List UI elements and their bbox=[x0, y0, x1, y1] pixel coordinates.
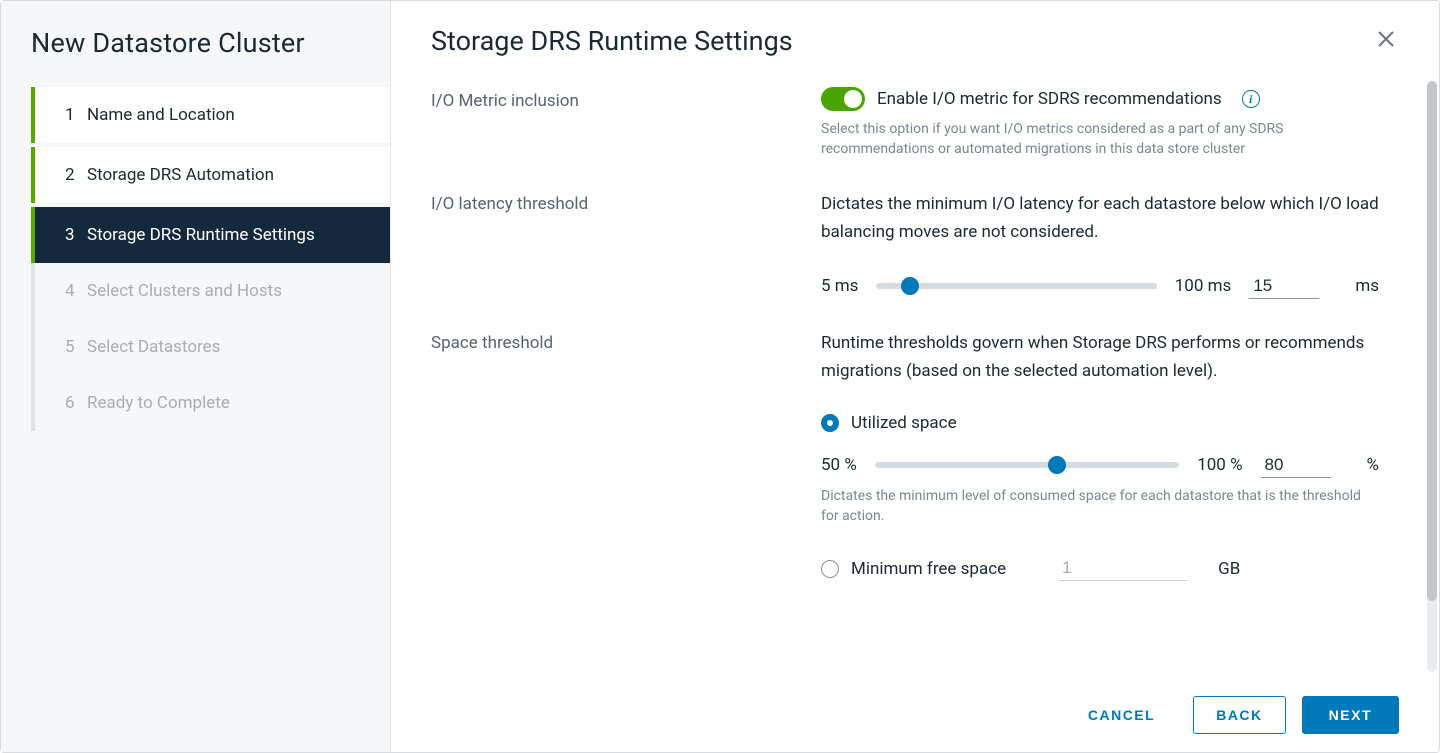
utilized-help: Dictates the minimum level of consumed s… bbox=[821, 486, 1379, 527]
utilized-min-label: 50 % bbox=[821, 455, 857, 475]
step-label: Name and Location bbox=[87, 105, 235, 125]
utilized-slider-row: 50 % 100 % % bbox=[821, 453, 1379, 478]
io-metric-toggle-row: Enable I/O metric for SDRS recommendatio… bbox=[821, 87, 1379, 111]
step-number: 1 bbox=[65, 105, 87, 125]
utilized-space-radio-row: Utilized space bbox=[821, 413, 1379, 433]
wizard-steps: 1 Name and Location 2 Storage DRS Automa… bbox=[31, 87, 390, 431]
step-number: 6 bbox=[65, 393, 87, 413]
utilized-max-label: 100 % bbox=[1197, 455, 1242, 475]
min-free-space-unit: GB bbox=[1218, 559, 1240, 579]
utilized-slider-thumb[interactable] bbox=[1048, 456, 1066, 474]
latency-value: Dictates the minimum I/O latency for eac… bbox=[821, 190, 1379, 299]
wizard-footer: CANCEL BACK NEXT bbox=[391, 678, 1439, 752]
scrollbar[interactable] bbox=[1427, 81, 1437, 672]
step-select-datastores: 5 Select Datastores bbox=[31, 319, 390, 375]
step-select-clusters-and-hosts: 4 Select Clusters and Hosts bbox=[31, 263, 390, 319]
step-label: Ready to Complete bbox=[87, 393, 230, 413]
latency-min-label: 5 ms bbox=[821, 276, 858, 296]
step-label: Select Clusters and Hosts bbox=[87, 281, 282, 301]
content-area: I/O Metric inclusion Enable I/O metric f… bbox=[391, 67, 1439, 678]
main-header: Storage DRS Runtime Settings bbox=[391, 1, 1439, 67]
latency-max-label: 100 ms bbox=[1175, 276, 1232, 296]
min-free-space-row: Minimum free space GB bbox=[821, 556, 1379, 581]
io-metric-toggle[interactable] bbox=[821, 87, 865, 111]
wizard-main: Storage DRS Runtime Settings I/O Metric … bbox=[391, 1, 1439, 752]
min-free-space-input bbox=[1058, 556, 1188, 581]
latency-label: I/O latency threshold bbox=[431, 190, 821, 299]
info-icon[interactable]: i bbox=[1242, 90, 1260, 108]
latency-slider-row: 5 ms 100 ms ms bbox=[821, 274, 1379, 299]
io-metric-row: I/O Metric inclusion Enable I/O metric f… bbox=[431, 87, 1379, 160]
scrollbar-thumb[interactable] bbox=[1427, 81, 1437, 601]
space-row: Space threshold Runtime thresholds gover… bbox=[431, 329, 1379, 582]
latency-description: Dictates the minimum I/O latency for eac… bbox=[821, 190, 1379, 246]
step-label: Storage DRS Runtime Settings bbox=[87, 225, 315, 245]
latency-row: I/O latency threshold Dictates the minim… bbox=[431, 190, 1379, 299]
wizard-dialog: New Datastore Cluster 1 Name and Locatio… bbox=[0, 0, 1440, 753]
step-number: 2 bbox=[65, 165, 87, 185]
close-button[interactable] bbox=[1373, 25, 1399, 57]
min-free-space-radio[interactable] bbox=[821, 560, 839, 578]
io-metric-label: I/O Metric inclusion bbox=[431, 87, 821, 160]
min-free-space-label: Minimum free space bbox=[851, 559, 1006, 579]
next-button[interactable]: NEXT bbox=[1302, 696, 1399, 734]
io-metric-toggle-label: Enable I/O metric for SDRS recommendatio… bbox=[877, 89, 1222, 109]
latency-slider[interactable] bbox=[876, 283, 1156, 289]
utilized-space-label: Utilized space bbox=[851, 413, 957, 433]
space-value: Runtime thresholds govern when Storage D… bbox=[821, 329, 1379, 582]
wizard-title: New Datastore Cluster bbox=[1, 21, 390, 87]
step-ready-to-complete: 6 Ready to Complete bbox=[31, 375, 390, 431]
wizard-sidebar: New Datastore Cluster 1 Name and Locatio… bbox=[1, 1, 391, 752]
latency-input[interactable] bbox=[1249, 274, 1319, 299]
latency-slider-thumb[interactable] bbox=[901, 277, 919, 295]
space-description: Runtime thresholds govern when Storage D… bbox=[821, 329, 1379, 385]
step-name-and-location[interactable]: 1 Name and Location bbox=[31, 87, 390, 143]
utilized-slider[interactable] bbox=[875, 462, 1179, 468]
step-number: 4 bbox=[65, 281, 87, 301]
step-label: Select Datastores bbox=[87, 337, 220, 357]
latency-unit: ms bbox=[1355, 276, 1379, 296]
back-button[interactable]: BACK bbox=[1193, 696, 1285, 734]
utilized-unit: % bbox=[1367, 455, 1379, 475]
utilized-input[interactable] bbox=[1261, 453, 1331, 478]
step-label: Storage DRS Automation bbox=[87, 165, 274, 185]
step-storage-drs-automation[interactable]: 2 Storage DRS Automation bbox=[31, 147, 390, 203]
step-storage-drs-runtime-settings[interactable]: 3 Storage DRS Runtime Settings bbox=[31, 207, 390, 263]
step-number: 3 bbox=[65, 225, 87, 245]
io-metric-help: Select this option if you want I/O metri… bbox=[821, 119, 1379, 160]
close-icon bbox=[1377, 27, 1395, 54]
step-number: 5 bbox=[65, 337, 87, 357]
cancel-button[interactable]: CANCEL bbox=[1066, 697, 1177, 733]
page-title: Storage DRS Runtime Settings bbox=[431, 25, 793, 57]
space-label: Space threshold bbox=[431, 329, 821, 582]
utilized-space-radio[interactable] bbox=[821, 414, 839, 432]
io-metric-value: Enable I/O metric for SDRS recommendatio… bbox=[821, 87, 1379, 160]
